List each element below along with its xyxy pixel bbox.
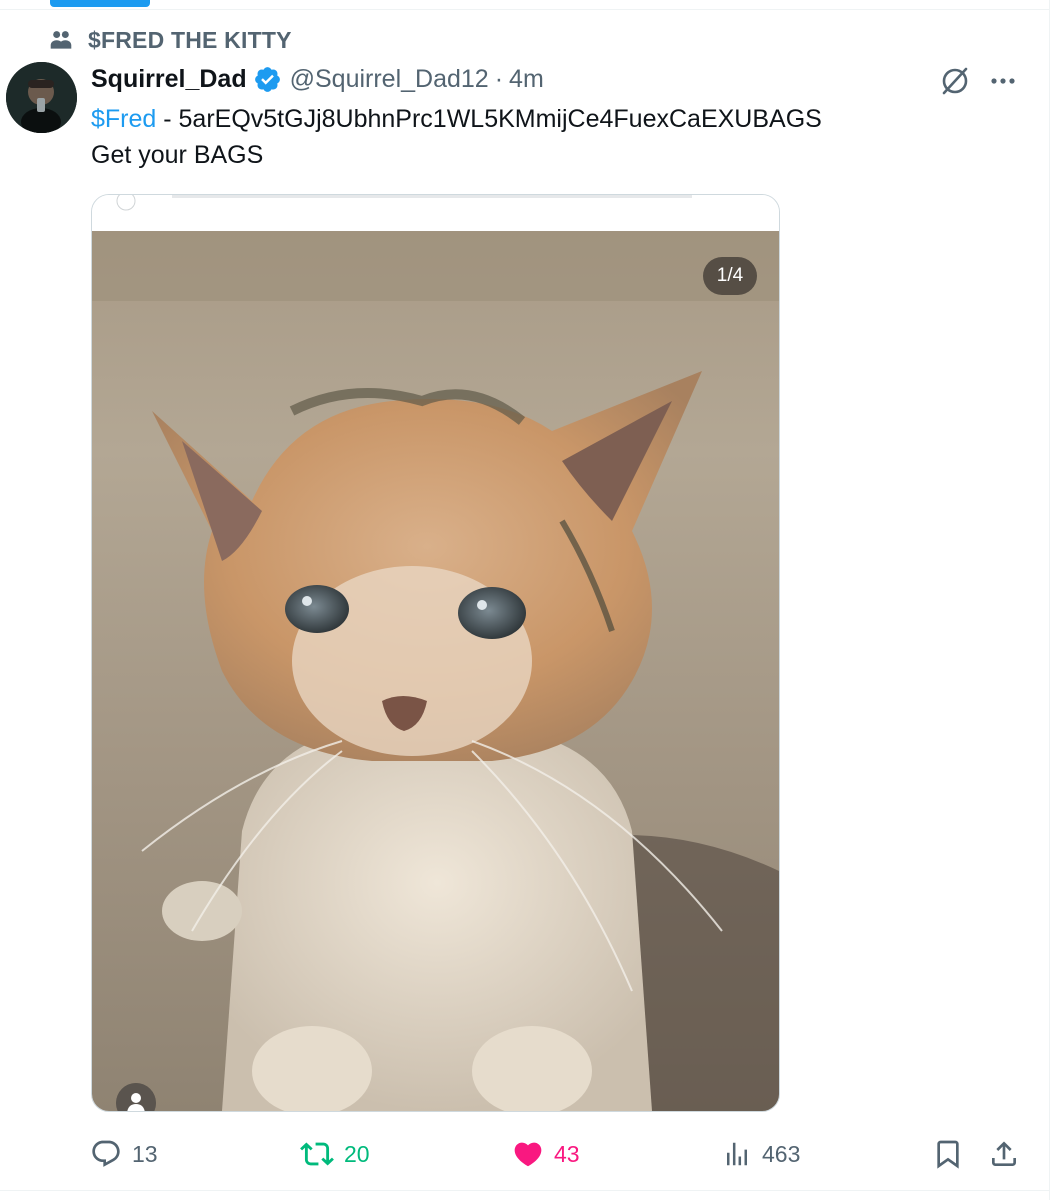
reply-button[interactable]: 13 (90, 1132, 158, 1176)
tweet-header: Squirrel_Dad @Squirrel_Dad12 · 4m (91, 61, 544, 97)
divider (0, 9, 1050, 10)
community-name[interactable]: $FRED THE KITTY (88, 27, 292, 54)
media-counter-badge: 1/4 (703, 257, 757, 295)
avatar-photo (6, 62, 77, 133)
media-header-strip (92, 195, 779, 231)
kitten-photo[interactable] (92, 231, 779, 1111)
bookmark-icon (937, 1140, 959, 1169)
divider (0, 1190, 1050, 1191)
heart-icon (514, 1142, 542, 1167)
analytics-icon (727, 1142, 747, 1166)
repost-button[interactable]: 20 (300, 1132, 370, 1176)
cashtag-link[interactable]: $Fred (91, 105, 156, 133)
like-count: 43 (554, 1140, 580, 1167)
display-name[interactable]: Squirrel_Dad (91, 65, 247, 94)
column-border (1049, 0, 1050, 1200)
reply-icon (92, 1140, 120, 1167)
community-context[interactable]: $FRED THE KITTY (48, 26, 292, 54)
reply-count: 13 (132, 1140, 158, 1167)
share-button[interactable] (988, 1132, 1020, 1176)
views-button[interactable]: 463 (722, 1132, 800, 1176)
repost-icon (300, 1142, 334, 1166)
grok-icon[interactable] (938, 64, 972, 98)
community-icon (50, 31, 72, 49)
tweet-line-1: $Fred - 5arEQv5tGJj8UbhnPrc1WL5KMmijCe4F… (91, 101, 1031, 137)
verified-badge-icon[interactable] (253, 65, 282, 94)
avatar[interactable] (6, 62, 77, 133)
tab-indicator (50, 0, 150, 7)
separator-dot: · (494, 64, 504, 93)
bookmark-button[interactable] (932, 1132, 964, 1176)
author-handle[interactable]: @Squirrel_Dad12 (290, 65, 489, 94)
media-card[interactable]: 1/4 (91, 194, 780, 1112)
tweet-text: $Fred - 5arEQv5tGJj8UbhnPrc1WL5KMmijCe4F… (91, 101, 1031, 173)
tweet-line-2: Get your BAGS (91, 141, 264, 169)
like-button[interactable]: 43 (512, 1132, 580, 1176)
share-icon (992, 1141, 1016, 1166)
timestamp[interactable]: 4m (509, 65, 544, 94)
repost-count: 20 (344, 1140, 370, 1167)
views-count: 463 (762, 1140, 801, 1167)
action-bar: 13 20 43 463 (0, 1132, 1050, 1176)
more-options-icon[interactable] (986, 64, 1020, 98)
contract-address: - 5arEQv5tGJj8UbhnPrc1WL5KMmijCe4FuexCaE… (156, 105, 822, 133)
